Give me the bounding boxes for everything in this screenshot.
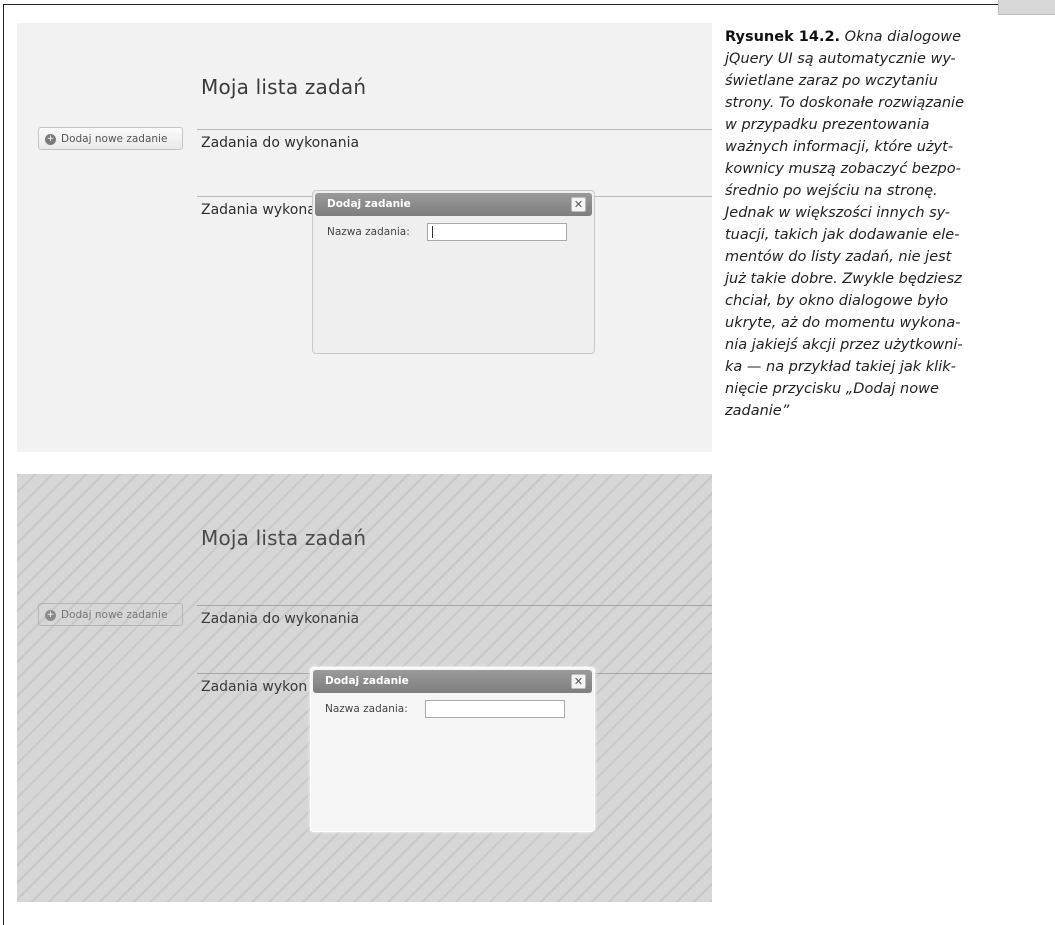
add-task-button[interactable]: + Dodaj nowe zadanie bbox=[38, 603, 183, 626]
caption-line: nięcie przycisku „Dodaj nowe bbox=[725, 381, 939, 397]
dialog-titlebar[interactable]: Dodaj zadanie ✕ bbox=[315, 193, 592, 216]
screenshot-modal-dialog: Moja lista zadań + Dodaj nowe zadanie Za… bbox=[17, 474, 712, 902]
caption-first-line: Rysunek 14.2. Okna dialogowe bbox=[725, 26, 1055, 48]
caption-line: ważnych informacji, które użyt- bbox=[725, 139, 954, 155]
caption-line: Jednak w większości innych sy- bbox=[725, 205, 950, 221]
task-name-label: Nazwa zadania: bbox=[327, 226, 410, 238]
page-title: Moja lista zadań bbox=[201, 75, 367, 99]
caption-line: jQuery UI są automatycznie wy- bbox=[725, 51, 956, 67]
caption-line: ka — na przykład takiej jak klik- bbox=[725, 359, 956, 375]
add-task-button-label: Dodaj nowe zadanie bbox=[61, 609, 168, 621]
task-name-label: Nazwa zadania: bbox=[325, 703, 408, 715]
add-task-dialog: Dodaj zadanie ✕ Nazwa zadania: bbox=[312, 190, 595, 354]
page-title: Moja lista zadań bbox=[201, 526, 367, 550]
caption-line: świetlane zaraz po wczytaniu bbox=[725, 73, 938, 89]
add-task-modal: Dodaj zadanie ✕ Nazwa zadania: bbox=[310, 667, 595, 832]
divider bbox=[197, 605, 712, 606]
caption-line: zadanie” bbox=[725, 403, 790, 419]
dialog-titlebar[interactable]: Dodaj zadanie ✕ bbox=[313, 670, 592, 693]
dialog-title: Dodaj zadanie bbox=[325, 675, 409, 687]
divider bbox=[197, 129, 712, 130]
todo-section-heading: Zadania do wykonania bbox=[201, 135, 360, 151]
add-task-button-label: Dodaj nowe zadanie bbox=[61, 133, 168, 145]
task-name-input[interactable] bbox=[425, 700, 565, 718]
caption-line: kownicy muszą zobaczyć bezpo- bbox=[725, 161, 961, 177]
close-icon[interactable]: ✕ bbox=[571, 674, 586, 689]
caption-line: chciał, by okno dialogowe było bbox=[725, 293, 949, 309]
caption-line: ukryte, aż do momentu wykona- bbox=[725, 315, 961, 331]
caption-line: Okna dialogowe bbox=[844, 29, 962, 45]
plus-circle-icon: + bbox=[45, 134, 56, 145]
figure-caption: Rysunek 14.2. Okna dialogowe jQuery UI s… bbox=[725, 26, 1055, 422]
text-caret bbox=[432, 226, 433, 238]
caption-line: średnio po wejściu na stronę. bbox=[725, 183, 938, 199]
plus-circle-icon: + bbox=[45, 610, 56, 621]
add-task-button[interactable]: + Dodaj nowe zadanie bbox=[38, 127, 183, 150]
todo-section-heading: Zadania do wykonania bbox=[201, 611, 360, 627]
caption-line: nia jakiejś akcji przez użytkowni- bbox=[725, 337, 963, 353]
caption-line: mentów do listy zadań, nie jest bbox=[725, 249, 952, 265]
caption-line: już takie dobre. Zwykle będziesz bbox=[725, 271, 962, 287]
caption-line: strony. To doskonałe rozwiązanie bbox=[725, 95, 965, 111]
screenshot-dialog-open: Moja lista zadań + Dodaj nowe zadanie Za… bbox=[17, 23, 712, 452]
caption-line: w przypadku prezentowania bbox=[725, 117, 930, 133]
figure-label: Rysunek 14.2. bbox=[725, 29, 841, 45]
task-name-input[interactable] bbox=[427, 223, 567, 241]
caption-line: tuacji, takich jak dodawanie ele- bbox=[725, 227, 960, 243]
corner-tab bbox=[998, 0, 1055, 15]
close-icon[interactable]: ✕ bbox=[571, 197, 586, 212]
dialog-title: Dodaj zadanie bbox=[327, 198, 411, 210]
done-section-heading: Zadania wykon bbox=[201, 679, 308, 695]
